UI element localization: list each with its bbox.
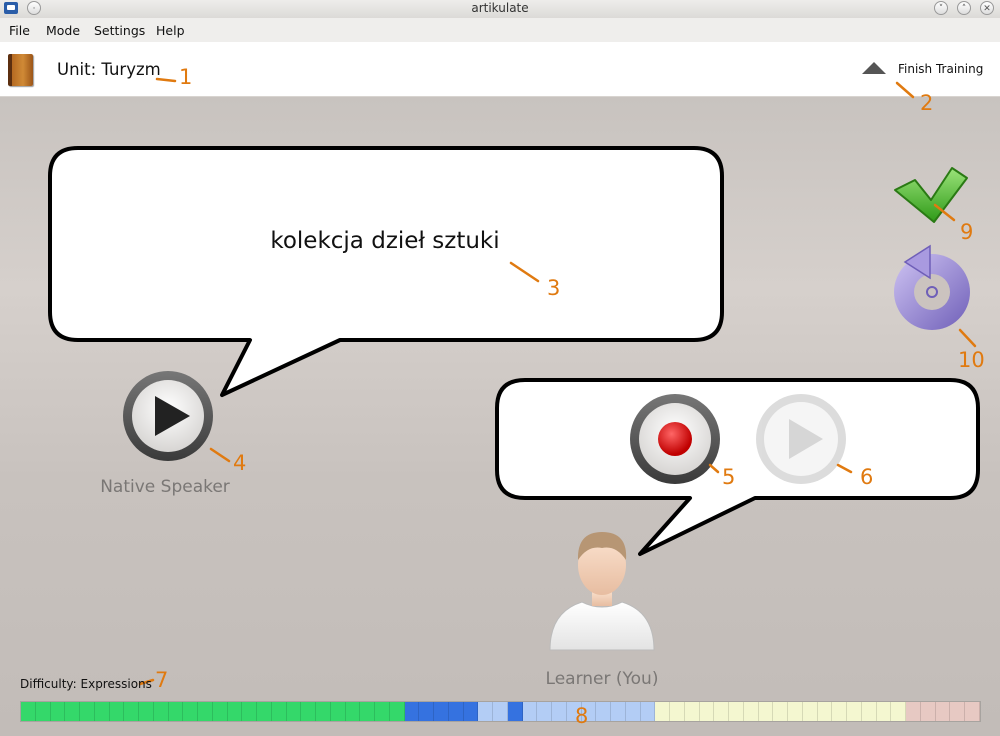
training-graphics — [48, 77, 980, 718]
progress-segment[interactable] — [35, 702, 51, 721]
progress-segment[interactable] — [950, 702, 965, 721]
learner-label: Learner (You) — [545, 669, 659, 689]
progress-segment[interactable] — [316, 702, 331, 721]
progress-segment[interactable] — [242, 702, 257, 721]
progress-bar — [20, 701, 981, 722]
progress-segment[interactable] — [227, 702, 243, 721]
callout-4: 4 — [233, 451, 247, 475]
native-speaker-label: Native Speaker — [100, 477, 230, 497]
progress-segment[interactable] — [729, 702, 744, 721]
progress-segment[interactable] — [404, 702, 420, 721]
progress-segment[interactable] — [596, 702, 611, 721]
progress-segment[interactable] — [699, 702, 715, 721]
progress-segment[interactable] — [271, 702, 287, 721]
progress-segment[interactable] — [684, 702, 700, 721]
progress-segment[interactable] — [389, 702, 405, 721]
progress-segment[interactable] — [920, 702, 936, 721]
progress-segment[interactable] — [198, 702, 213, 721]
progress-segment[interactable] — [124, 702, 139, 721]
progress-segment[interactable] — [625, 702, 641, 721]
progress-segment[interactable] — [611, 702, 626, 721]
progress-segment[interactable] — [478, 702, 493, 721]
progress-segment[interactable] — [286, 702, 302, 721]
progress-segment[interactable] — [670, 702, 685, 721]
progress-segment[interactable] — [419, 702, 434, 721]
progress-segment[interactable] — [714, 702, 729, 721]
progress-segment[interactable] — [817, 702, 833, 721]
progress-segment[interactable] — [906, 702, 921, 721]
phrase-bubble — [48, 146, 724, 397]
difficulty-label: Difficulty: Expressions — [20, 677, 152, 691]
recording-bubble — [495, 378, 980, 556]
progress-segment[interactable] — [493, 702, 508, 721]
progress-segment[interactable] — [847, 702, 862, 721]
progress-segment[interactable] — [463, 702, 479, 721]
progress-segment[interactable] — [935, 702, 951, 721]
progress-segment[interactable] — [375, 702, 390, 721]
progress-segment[interactable] — [301, 702, 316, 721]
progress-segment[interactable] — [50, 702, 66, 721]
check-icon[interactable] — [894, 167, 968, 223]
progress-segment[interactable] — [537, 702, 552, 721]
progress-segment[interactable] — [802, 702, 818, 721]
record-icon — [658, 422, 692, 456]
progress-segment[interactable] — [507, 702, 523, 721]
progress-segment[interactable] — [832, 702, 847, 721]
progress-segment[interactable] — [876, 702, 892, 721]
progress-segment[interactable] — [212, 702, 228, 721]
progress-segment[interactable] — [139, 702, 154, 721]
progress-segment[interactable] — [94, 702, 110, 721]
progress-segment[interactable] — [434, 702, 449, 721]
progress-segment[interactable] — [788, 702, 803, 721]
progress-segment[interactable] — [552, 702, 567, 721]
progress-segment[interactable] — [345, 702, 361, 721]
progress-segment[interactable] — [891, 702, 906, 721]
avatar — [549, 532, 655, 651]
callout-2: 2 — [920, 91, 934, 115]
progress-segment[interactable] — [21, 702, 36, 721]
callout-3: 3 — [547, 276, 561, 300]
progress-segment[interactable] — [109, 702, 125, 721]
learner-play-button[interactable] — [756, 394, 846, 484]
progress-segment[interactable] — [257, 702, 272, 721]
retry-icon[interactable] — [894, 244, 970, 330]
callout-8: 8 — [575, 704, 589, 728]
progress-segment[interactable] — [743, 702, 759, 721]
progress-segment[interactable] — [773, 702, 788, 721]
progress-segment[interactable] — [168, 702, 184, 721]
progress-segment[interactable] — [965, 702, 980, 721]
callout-5: 5 — [722, 465, 736, 489]
progress-segment[interactable] — [183, 702, 198, 721]
progress-segment[interactable] — [522, 702, 538, 721]
callout-9: 9 — [960, 220, 974, 244]
phrase-text: kolekcja dzieł sztuki — [270, 228, 500, 254]
progress-segment[interactable] — [861, 702, 877, 721]
progress-segment[interactable] — [360, 702, 375, 721]
progress-segment[interactable] — [758, 702, 774, 721]
progress-segment[interactable] — [80, 702, 95, 721]
progress-segment[interactable] — [655, 702, 670, 721]
callout-10: 10 — [958, 348, 985, 372]
record-button[interactable] — [630, 394, 720, 484]
callout-7: 7 — [155, 668, 169, 692]
progress-segment[interactable] — [448, 702, 464, 721]
progress-segment[interactable] — [153, 702, 169, 721]
callout-6: 6 — [860, 465, 874, 489]
native-play-button[interactable] — [123, 371, 213, 461]
progress-segment[interactable] — [330, 702, 346, 721]
progress-segment[interactable] — [640, 702, 656, 721]
progress-segment[interactable] — [65, 702, 80, 721]
callout-1: 1 — [179, 65, 193, 89]
